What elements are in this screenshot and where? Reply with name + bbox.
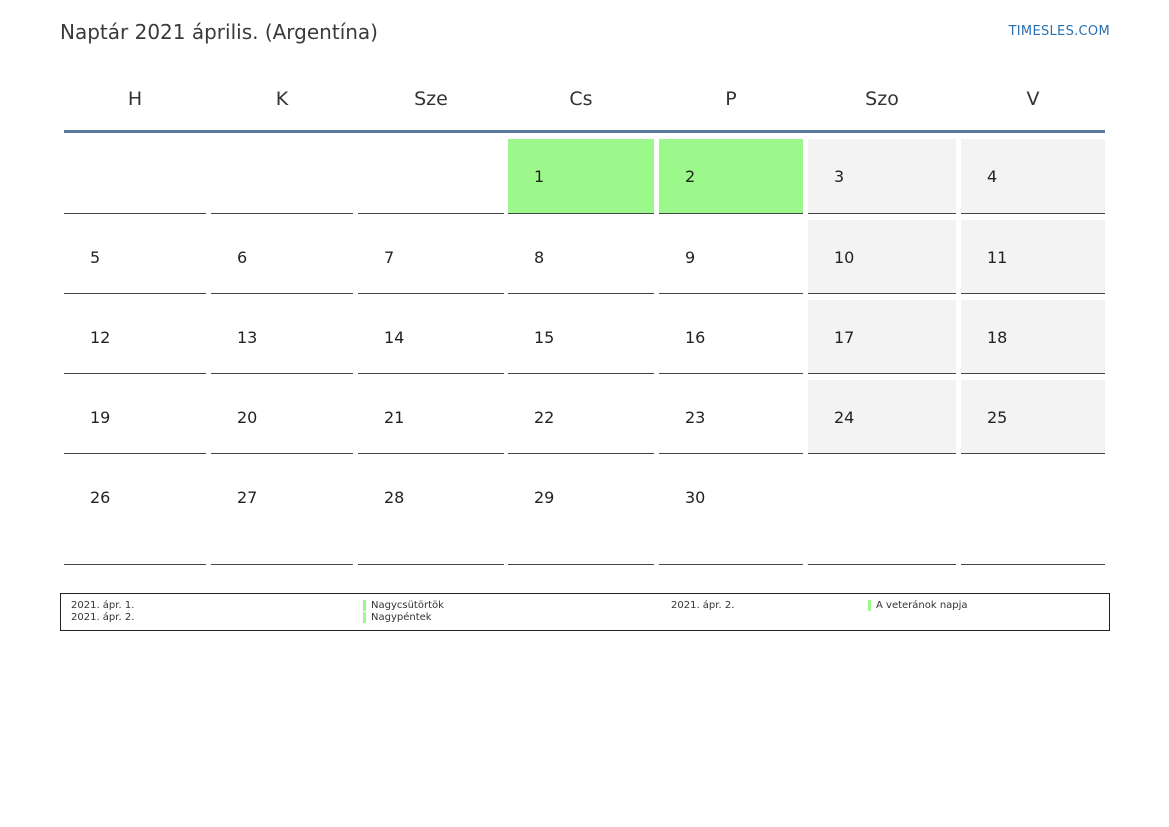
legend-color-marker [363,600,366,611]
week-row: 5 6 7 8 9 10 11 [64,220,1105,294]
empty-day-cell [808,460,956,565]
empty-day-cell [211,139,353,214]
day-cell[interactable]: 8 [508,220,654,294]
weekday-header: P [725,88,737,110]
calendar-grid: H K Sze Cs P Szo V 1 2 3 4 5 6 7 8 9 10 11 12 13 14 15 16 17 18… [64,70,1105,565]
day-cell[interactable]: 21 [358,380,504,454]
page-title: Naptár 2021 április. (Argentína) [60,20,378,44]
holiday-legend: 2021. ápr. 1. Nagycsütörtök 2021. ápr. 2. N… [60,593,1110,631]
day-cell[interactable]: 24 [808,380,956,454]
day-number: 23 [685,408,706,427]
weekday-header: V [1026,88,1040,110]
weekday-header: Cs [569,88,593,110]
day-number: 18 [987,328,1008,347]
day-number: 30 [685,488,706,507]
day-number: 9 [685,248,696,267]
day-cell[interactable]: 26 [64,460,206,565]
weekday-header: K [275,88,289,110]
day-cell[interactable]: 22 [508,380,654,454]
day-cell[interactable]: 30 [659,460,803,565]
day-cell[interactable]: 6 [211,220,353,294]
day-cell[interactable]: 10 [808,220,956,294]
legend-date: 2021. ápr. 2. [71,612,135,623]
day-number: 10 [834,248,855,267]
legend-holiday-name: Nagypéntek [371,612,432,623]
day-number: 13 [237,328,258,347]
day-number: 5 [90,248,101,267]
day-cell[interactable]: 2 [659,139,803,214]
weekday-header: H [127,88,143,110]
day-cell[interactable]: 29 [508,460,654,565]
week-row: 19 20 21 22 23 24 25 [64,380,1105,454]
legend-date: 2021. ápr. 1. [71,600,135,611]
day-number: 6 [237,248,248,267]
brand-link[interactable]: TIMESLES.COM [1009,24,1110,39]
day-number: 1 [534,167,545,186]
day-number: 8 [534,248,545,267]
week-row: 26 27 28 29 30 [64,460,1105,565]
day-cell[interactable]: 5 [64,220,206,294]
legend-date: 2021. ápr. 2. [671,600,735,611]
empty-day-cell [961,460,1105,565]
day-number: 20 [237,408,258,427]
day-cell[interactable]: 15 [508,300,654,374]
day-number: 25 [987,408,1008,427]
day-number: 17 [834,328,855,347]
day-cell[interactable]: 17 [808,300,956,374]
legend-color-marker [868,600,871,611]
day-cell[interactable]: 19 [64,380,206,454]
legend-holiday-name: Nagycsütörtök [371,600,444,611]
day-cell[interactable]: 18 [961,300,1105,374]
day-cell[interactable]: 11 [961,220,1105,294]
week-row: 1 2 3 4 [64,139,1105,214]
day-number: 22 [534,408,555,427]
day-number: 12 [90,328,111,347]
day-number: 27 [237,488,258,507]
day-number: 11 [987,248,1008,267]
day-cell[interactable]: 13 [211,300,353,374]
day-cell[interactable]: 23 [659,380,803,454]
day-number: 26 [90,488,111,507]
legend-color-marker [363,612,366,623]
day-number: 7 [384,248,395,267]
day-cell[interactable]: 28 [358,460,504,565]
day-number: 16 [685,328,706,347]
weekday-header: Sze [414,88,448,110]
day-number: 14 [384,328,405,347]
day-cell[interactable]: 9 [659,220,803,294]
day-number: 2 [685,167,696,186]
day-number: 15 [534,328,555,347]
empty-day-cell [64,139,206,214]
empty-day-cell [358,139,504,214]
day-number: 24 [834,408,855,427]
day-cell[interactable]: 1 [508,139,654,214]
day-cell[interactable]: 16 [659,300,803,374]
day-cell[interactable]: 7 [358,220,504,294]
day-cell[interactable]: 27 [211,460,353,565]
day-number: 28 [384,488,405,507]
day-number: 19 [90,408,111,427]
day-cell[interactable]: 3 [808,139,956,214]
day-number: 29 [534,488,555,507]
day-number: 21 [384,408,405,427]
legend-holiday-name: A veteránok napja [876,600,968,611]
day-cell[interactable]: 4 [961,139,1105,214]
week-row: 12 13 14 15 16 17 18 [64,300,1105,374]
day-number: 3 [834,167,845,186]
day-cell[interactable]: 25 [961,380,1105,454]
weekday-header: Szo [865,88,899,110]
weekday-header-row: H K Sze Cs P Szo V [64,70,1105,133]
day-number: 4 [987,167,998,186]
day-cell[interactable]: 14 [358,300,504,374]
day-cell[interactable]: 12 [64,300,206,374]
day-cell[interactable]: 20 [211,380,353,454]
